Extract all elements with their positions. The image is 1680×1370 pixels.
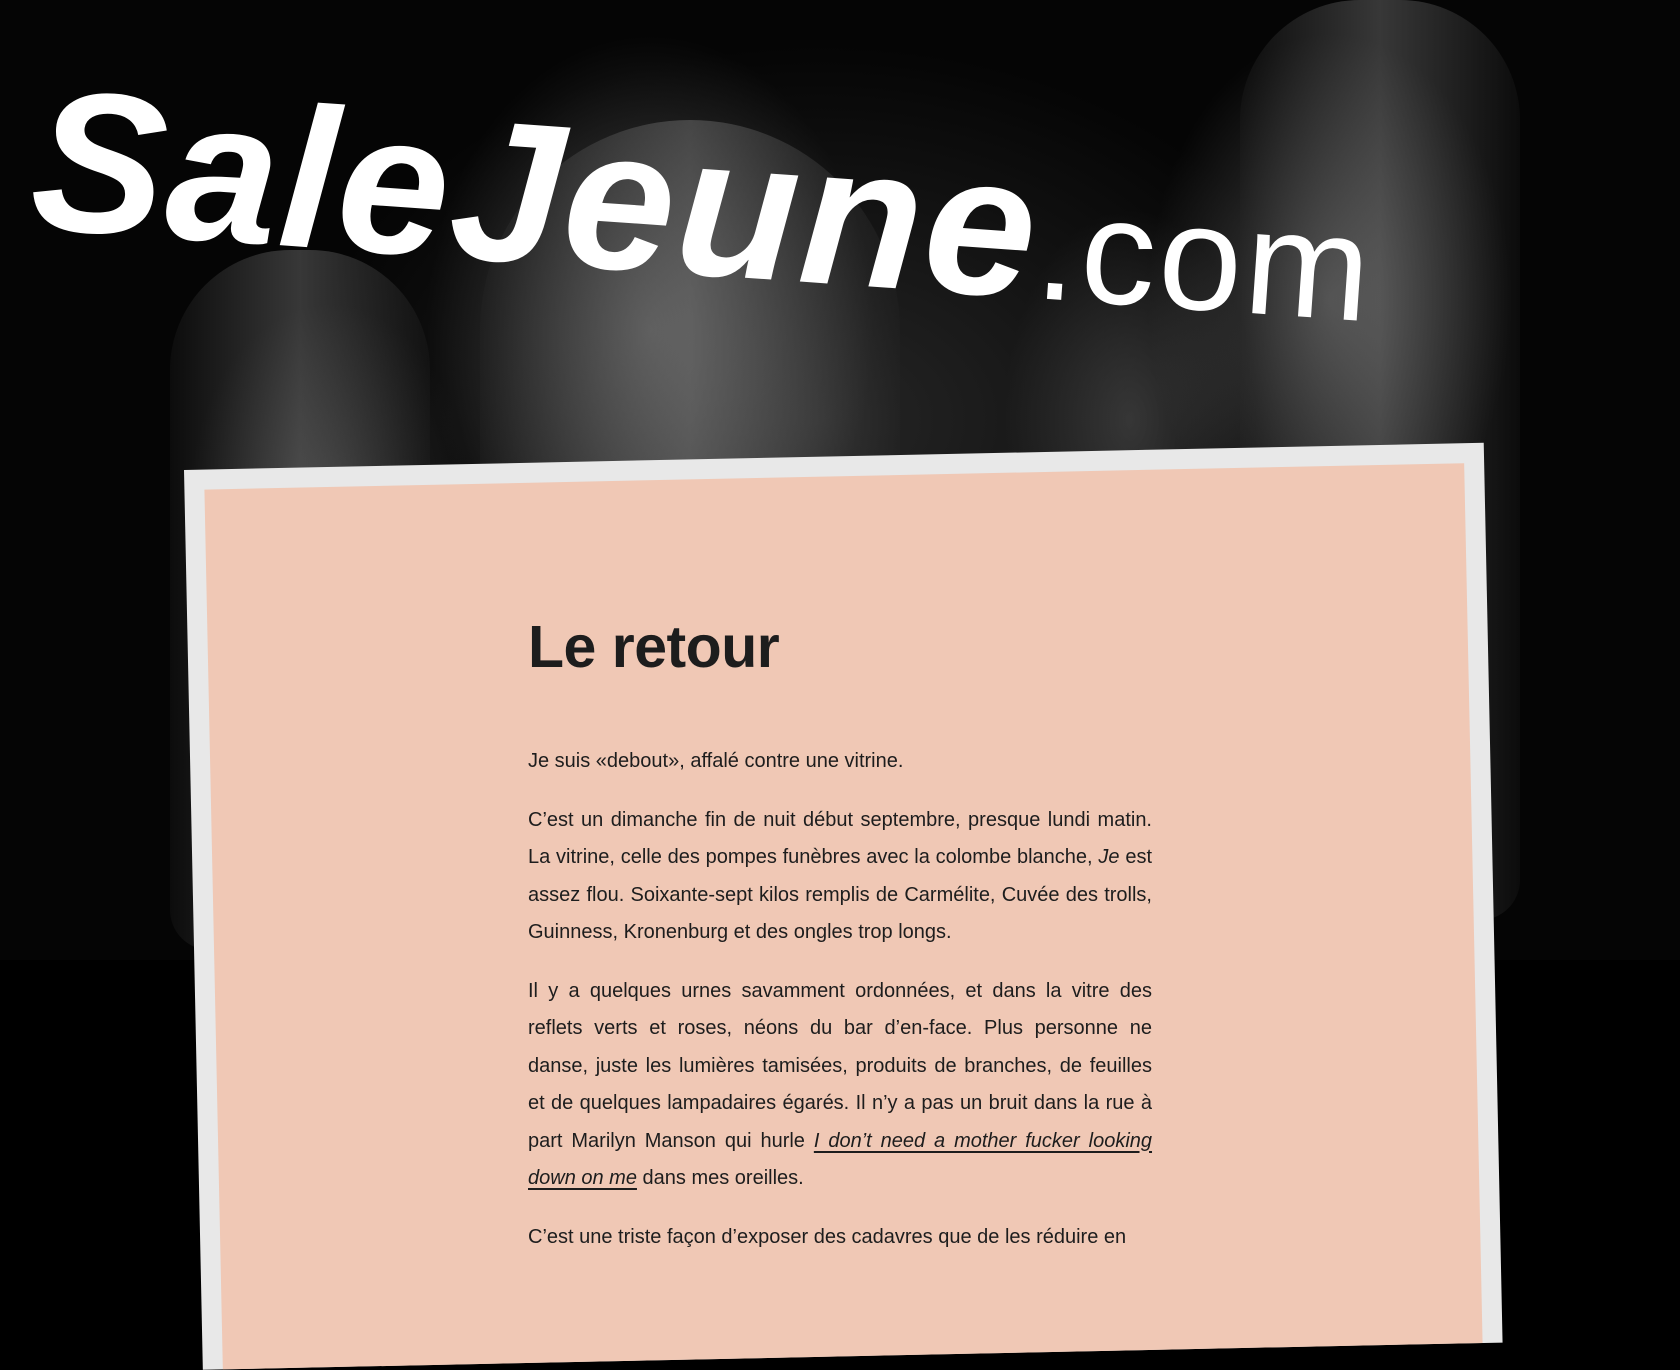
paragraph-text: dans mes oreilles. [636, 1167, 804, 1189]
paragraph-text: Il y a quelques urnes savamment ordonnée… [528, 979, 1152, 1152]
emphasis-text: Je [1098, 846, 1120, 868]
paragraph: C’est un dimanche fin de nuit début sept… [528, 802, 1152, 952]
article-title: Le retour [528, 614, 780, 680]
paragraph-text: C’est un dimanche fin de nuit début sept… [528, 808, 1152, 869]
paragraph: C’est une triste façon d’exposer des cad… [528, 1225, 1127, 1248]
article-body: Le retour Je suis «debout», affalé contr… [528, 618, 1152, 1277]
site-tld: .com [1031, 162, 1380, 354]
paragraph: Il y a quelques urnes savamment ordonnée… [528, 973, 1152, 1198]
paragraph: Je suis «debout», affalé contre une vitr… [528, 750, 904, 772]
